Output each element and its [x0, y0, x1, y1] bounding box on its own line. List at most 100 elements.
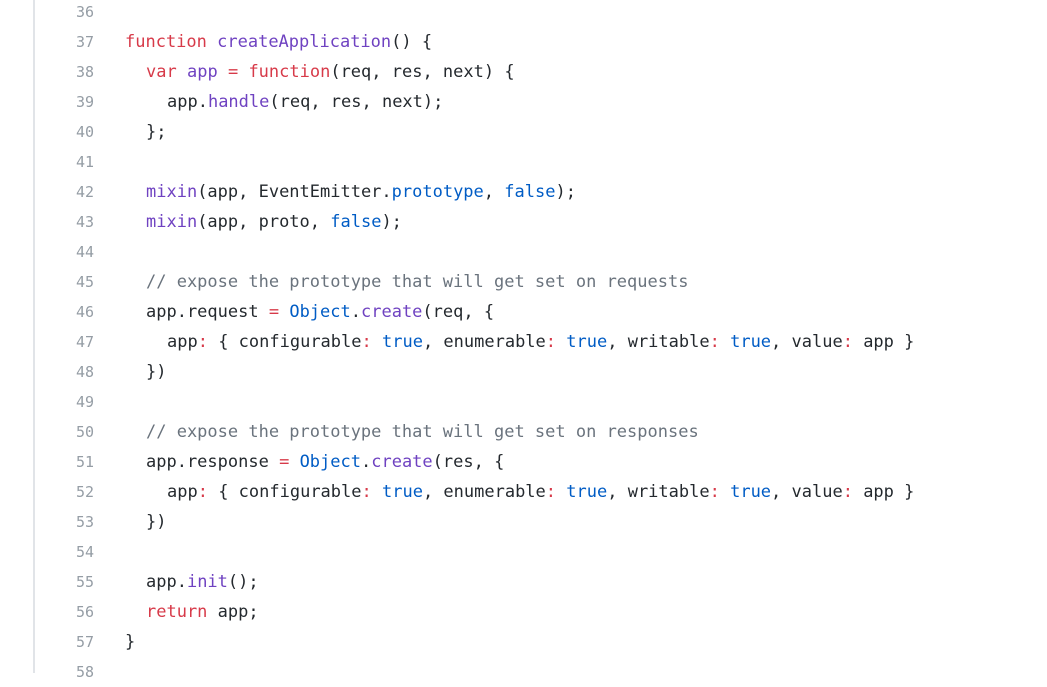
code-line: 55 app.init();	[0, 567, 1047, 597]
code-token: (req, {	[422, 302, 495, 322]
line-number: 54	[75, 543, 94, 561]
code-token: true	[566, 482, 608, 502]
code-token: true	[382, 482, 423, 502]
code-token: :	[197, 482, 208, 502]
code-token: (app, EventEmitter.	[197, 182, 392, 202]
code-line: 52 app: { configurable: true, enumerable:…	[0, 477, 1047, 507]
code-token: true	[382, 332, 423, 352]
code-line: 58	[0, 657, 1047, 687]
line-number: 58	[75, 663, 94, 681]
code-text: app.response = Object.create(res, {	[146, 447, 504, 477]
code-token: ();	[227, 572, 259, 592]
code-token: :	[709, 482, 720, 502]
code-token: true	[566, 332, 608, 352]
code-token: :	[197, 332, 208, 352]
code-text: }	[125, 627, 135, 657]
code-token: }	[125, 632, 136, 652]
code-text: app: { configurable: true, enumerable: t…	[167, 477, 914, 507]
line-number: 36	[75, 3, 94, 21]
line-number: 43	[75, 213, 94, 231]
code-text: mixin(app, proto, false);	[146, 207, 402, 237]
line-number: 52	[75, 483, 94, 501]
code-token: create	[371, 452, 433, 472]
code-text: app: { configurable: true, enumerable: t…	[167, 327, 914, 357]
code-token: app.response	[146, 452, 280, 472]
code-line: 53})	[0, 507, 1047, 537]
line-number: 45	[75, 273, 94, 291]
code-token: Object	[289, 302, 351, 322]
code-token: app.	[167, 92, 208, 112]
code-token: function	[125, 32, 207, 52]
code-text: // expose the prototype that will get se…	[146, 417, 699, 447]
code-token: mixin	[146, 182, 198, 202]
code-text: app.handle(req, res, next);	[167, 87, 443, 117]
code-token: =	[279, 452, 290, 472]
code-line: 36	[0, 0, 1047, 27]
code-token: true	[730, 482, 772, 502]
code-text: })	[146, 357, 166, 387]
code-token: =	[227, 62, 239, 82]
code-token: init	[186, 572, 228, 592]
code-token: (res, {	[432, 452, 505, 472]
code-token: app.request	[146, 302, 269, 322]
code-token: );	[381, 212, 402, 232]
line-number: 48	[75, 363, 94, 381]
code-token: .	[350, 302, 361, 322]
line-number: 37	[75, 33, 94, 51]
code-token: , value	[771, 332, 843, 352]
line-number: 41	[75, 153, 94, 171]
code-line: 37 function createApplication() {	[0, 27, 1047, 57]
code-text: app.request = Object.create(req, {	[146, 297, 494, 327]
line-number: 56	[75, 603, 94, 621]
code-text: mixin(app, EventEmitter.prototype, false…	[146, 177, 576, 207]
code-line: 56 return app;	[0, 597, 1047, 627]
code-token: :	[361, 332, 372, 352]
code-token: })	[146, 362, 167, 382]
code-text: })	[146, 507, 166, 537]
code-token: };	[146, 122, 167, 142]
code-token: create	[361, 302, 423, 322]
code-line: 57}	[0, 627, 1047, 657]
code-token: =	[268, 302, 280, 322]
code-line: 46 app.request = Object.create(req, {	[0, 297, 1047, 327]
code-token: function	[248, 62, 331, 82]
line-number: 55	[75, 573, 94, 591]
code-text: app.init();	[146, 567, 259, 597]
code-token: , enumerable	[422, 332, 546, 352]
code-token: true	[730, 332, 772, 352]
code-token: false	[504, 182, 556, 202]
code-token: app	[186, 62, 218, 82]
code-line: 42 mixin(app, EventEmitter.prototype, fal…	[0, 177, 1047, 207]
line-number: 46	[75, 303, 94, 321]
code-token: (req, res, next);	[269, 92, 444, 112]
code-token: , value	[771, 482, 843, 502]
code-token: (req, res, next) {	[330, 62, 515, 82]
code-token: handle	[207, 92, 270, 112]
code-line: 54	[0, 537, 1047, 567]
code-token: :	[842, 482, 853, 502]
code-line: 47 app: { configurable: true, enumerable:…	[0, 327, 1047, 357]
code-line: 38 var app = function(req, res, next) {	[0, 57, 1047, 87]
code-token: // expose the prototype that will get se…	[146, 272, 689, 292]
code-token: :	[545, 332, 557, 352]
code-token: app	[167, 332, 198, 352]
code-token: :	[361, 482, 372, 502]
code-token: , enumerable	[422, 482, 546, 502]
code-token: return	[146, 602, 208, 622]
code-token: false	[330, 212, 382, 232]
code-token: :	[842, 332, 853, 352]
code-line: 39 app.handle(req, res, next);	[0, 87, 1047, 117]
code-line: 40};	[0, 117, 1047, 147]
code-token: { configurable	[207, 482, 362, 502]
code-token: () {	[391, 32, 433, 52]
code-line: 50 // expose the prototype that will get …	[0, 417, 1047, 447]
code-token: .	[360, 452, 372, 472]
code-token: mixin	[146, 212, 198, 232]
code-token: app }	[852, 332, 915, 352]
